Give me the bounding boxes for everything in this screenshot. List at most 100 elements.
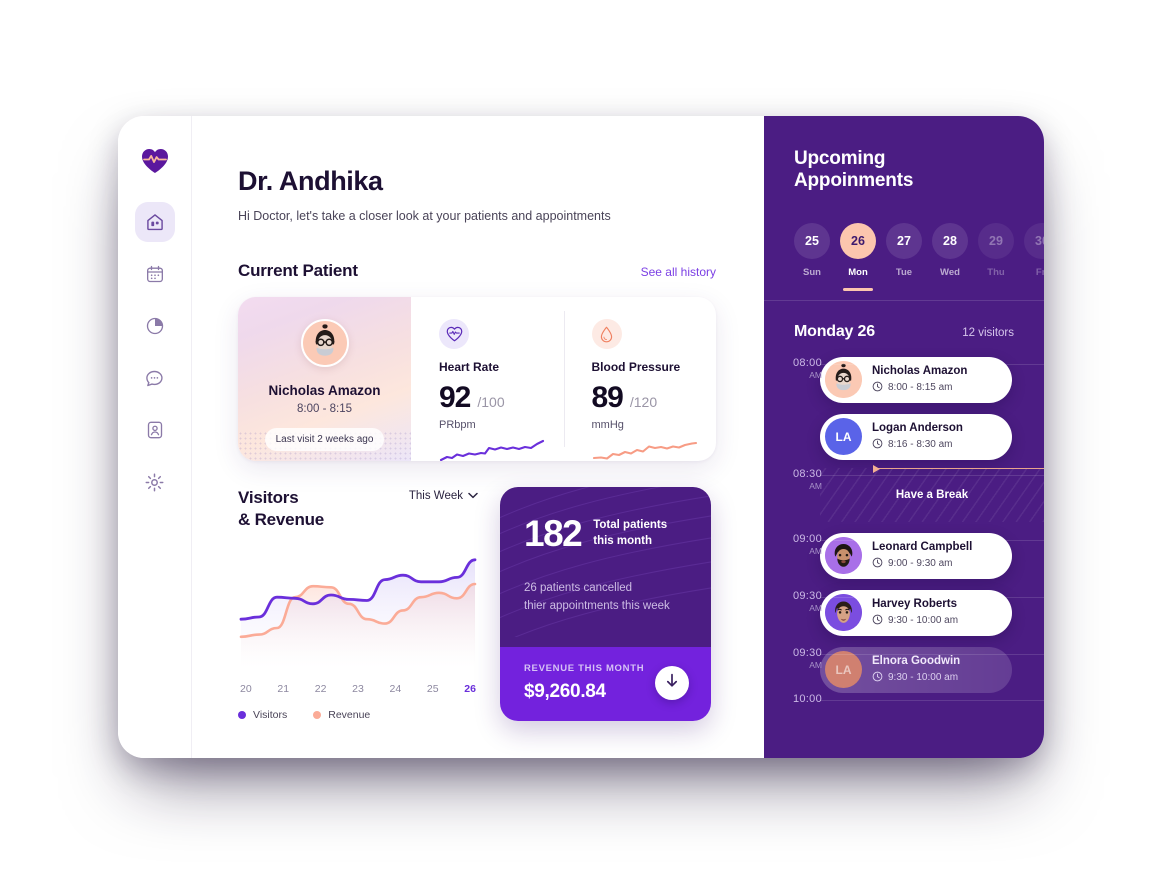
last-visit-badge: Last visit 2 weeks ago <box>264 428 385 451</box>
clock-icon <box>872 557 883 571</box>
chart-title-line2: & Revenue <box>238 509 325 529</box>
download-revenue-button[interactable] <box>655 665 689 700</box>
vital-unit: PRbpm <box>439 419 476 431</box>
date-pill-27[interactable]: 27 Tue <box>886 222 922 278</box>
panel-title: Upcoming Appoinments <box>764 148 1044 193</box>
x-tick-24: 24 <box>389 682 402 695</box>
date-pill-28[interactable]: 28 Wed <box>932 222 968 278</box>
sidebar-item-messages[interactable] <box>135 358 175 398</box>
chart-range-selector[interactable]: This Week <box>409 490 478 502</box>
date-pill-29[interactable]: 29 Thu <box>978 222 1014 278</box>
legend-item-visitors: Visitors <box>238 709 287 721</box>
slot-meridiem: AM <box>809 659 822 670</box>
legend-dot <box>313 710 322 719</box>
date-picker: 25 Sun 26 Mon 27 Tue 28 Wed 29 Thu 30 Fri <box>764 222 1044 291</box>
cancelled-note-line2: thier appointments this week <box>524 600 670 613</box>
vital-value: 89 <box>591 381 624 414</box>
revenue-label: REVENUE THIS MONTH <box>524 662 645 674</box>
sidebar-item-home[interactable] <box>134 202 175 242</box>
slot-meridiem: AM <box>809 545 822 556</box>
clock-icon <box>872 614 883 628</box>
main-content: Dr. Andhika Hi Doctor, let's take a clos… <box>192 116 764 758</box>
chart-range-label: This Week <box>408 490 463 502</box>
date-number: 26 <box>840 222 876 259</box>
vital-label: Heart Rate <box>439 360 500 374</box>
clock-icon <box>872 438 883 452</box>
date-number: 29 <box>978 222 1014 259</box>
chat-icon <box>144 368 165 389</box>
current-time-marker-icon <box>873 464 880 473</box>
appointment-name: Leonard Campbell <box>872 540 973 553</box>
date-pill-26[interactable]: 26 Mon <box>840 222 876 291</box>
sidebar-item-reports[interactable] <box>135 306 175 346</box>
date-weekday: Wed <box>940 266 960 278</box>
appointment-card[interactable]: LA Logan Anderson 8:16 - 8:30 am <box>820 413 1012 460</box>
x-tick-21: 21 <box>277 682 290 695</box>
selected-day-name: Monday 26 <box>794 322 875 340</box>
chart-plot-area <box>238 545 478 674</box>
slot-divider <box>820 539 1044 541</box>
download-arrow-icon <box>665 673 679 693</box>
heart-pulse-logo-icon <box>140 146 170 176</box>
legend-label: Visitors <box>253 708 288 721</box>
sidebar-item-settings[interactable] <box>135 462 175 502</box>
date-pill-25[interactable]: 25 Sun <box>794 222 830 278</box>
date-weekday: Thu <box>987 266 1005 278</box>
slot-time-value: 08:00 <box>792 356 822 369</box>
slot-divider <box>820 596 1044 598</box>
patient-summary: Nicholas Amazon 8:00 - 8:15 Last visit 2… <box>238 297 411 461</box>
vital-blood-pressure: Blood Pressure 89 /120 mmHg <box>563 297 717 461</box>
slot-divider <box>820 653 1044 655</box>
date-weekday: Mon <box>848 266 868 278</box>
cancelled-note: 26 patients cancelled thier appointments… <box>524 579 687 615</box>
schedule-slot: 08:00 AM Nicholas Amazon 8:00 - 8:15 am LA L… <box>764 356 1044 460</box>
sidebar-item-calendar[interactable] <box>135 254 175 294</box>
break-block: Have a Break <box>820 464 1044 522</box>
x-tick-25: 25 <box>426 682 439 695</box>
date-number: 30 <box>1024 222 1044 259</box>
patient-card-icon <box>145 420 165 440</box>
appointment-time-text: 9:30 - 10:00 am <box>888 615 959 627</box>
date-weekday: Tue <box>895 266 913 278</box>
slot-time-value: 09:00 <box>792 532 822 545</box>
legend-item-revenue: Revenue <box>313 709 370 721</box>
x-tick-22: 22 <box>314 682 327 695</box>
patient-time: 8:00 - 8:15 <box>297 403 352 415</box>
date-pill-30[interactable]: 30 Fri <box>1024 222 1044 278</box>
section-title: Current Patient <box>238 261 358 280</box>
x-tick-23: 23 <box>352 682 364 695</box>
appointment-text: Elnora Goodwin 9:30 - 10:00 am <box>872 655 960 685</box>
calendar-icon <box>145 264 165 284</box>
panel-title-line1: Upcoming <box>794 148 886 169</box>
vital-denominator: /120 <box>629 394 658 410</box>
clock-icon <box>872 671 883 685</box>
patient-avatar-masked-face-icon <box>300 319 349 367</box>
vital-label: Blood Pressure <box>591 360 681 374</box>
appointment-time: 9:30 - 10:00 am <box>872 614 958 628</box>
appointment-time-text: 8:00 - 8:15 am <box>888 382 953 394</box>
revenue-value: $9,260.84 <box>524 680 606 702</box>
vital-value: 92 <box>439 381 471 414</box>
sidebar <box>118 116 192 758</box>
schedule-slot: 09:30 AM LA Elnora Goodwin 9:30 - 10:00 am <box>764 646 1044 693</box>
heart-pulse-icon <box>439 319 469 349</box>
date-number: 28 <box>932 222 968 259</box>
x-tick-26: 26 <box>464 682 476 695</box>
home-icon <box>145 212 165 232</box>
appointment-text: Harvey Roberts 9:30 - 10:00 am <box>872 598 958 628</box>
visitors-revenue-chart: Visitors & Revenue This Week 20 21 22 23… <box>238 487 478 721</box>
sidebar-item-patients[interactable] <box>135 410 175 450</box>
appointment-text: Nicholas Amazon 8:00 - 8:15 am <box>872 365 967 395</box>
blood-drop-icon <box>591 319 622 349</box>
schedule-slot: 09:00 AM Leonard Campbell 9:00 - 9:30 am <box>764 532 1044 579</box>
appointment-name: Elnora Goodwin <box>872 654 961 667</box>
appointment-time: 9:00 - 9:30 am <box>872 557 972 571</box>
page-subtitle: Hi Doctor, let's take a closer look at y… <box>238 209 611 223</box>
slot-divider <box>820 363 1044 365</box>
slot-time-value: 09:30 <box>792 589 822 602</box>
see-all-history-link[interactable]: See all history <box>641 265 716 279</box>
stats-card-top: 182 Total patients this month 26 patient… <box>500 487 711 647</box>
cancelled-note-line1: 26 patients cancelled <box>524 582 633 594</box>
appointment-text: Logan Anderson 8:16 - 8:30 am <box>872 422 963 452</box>
upcoming-appointments-panel: Upcoming Appoinments 25 Sun 26 Mon 27 Tue 28 We… <box>764 116 1044 758</box>
